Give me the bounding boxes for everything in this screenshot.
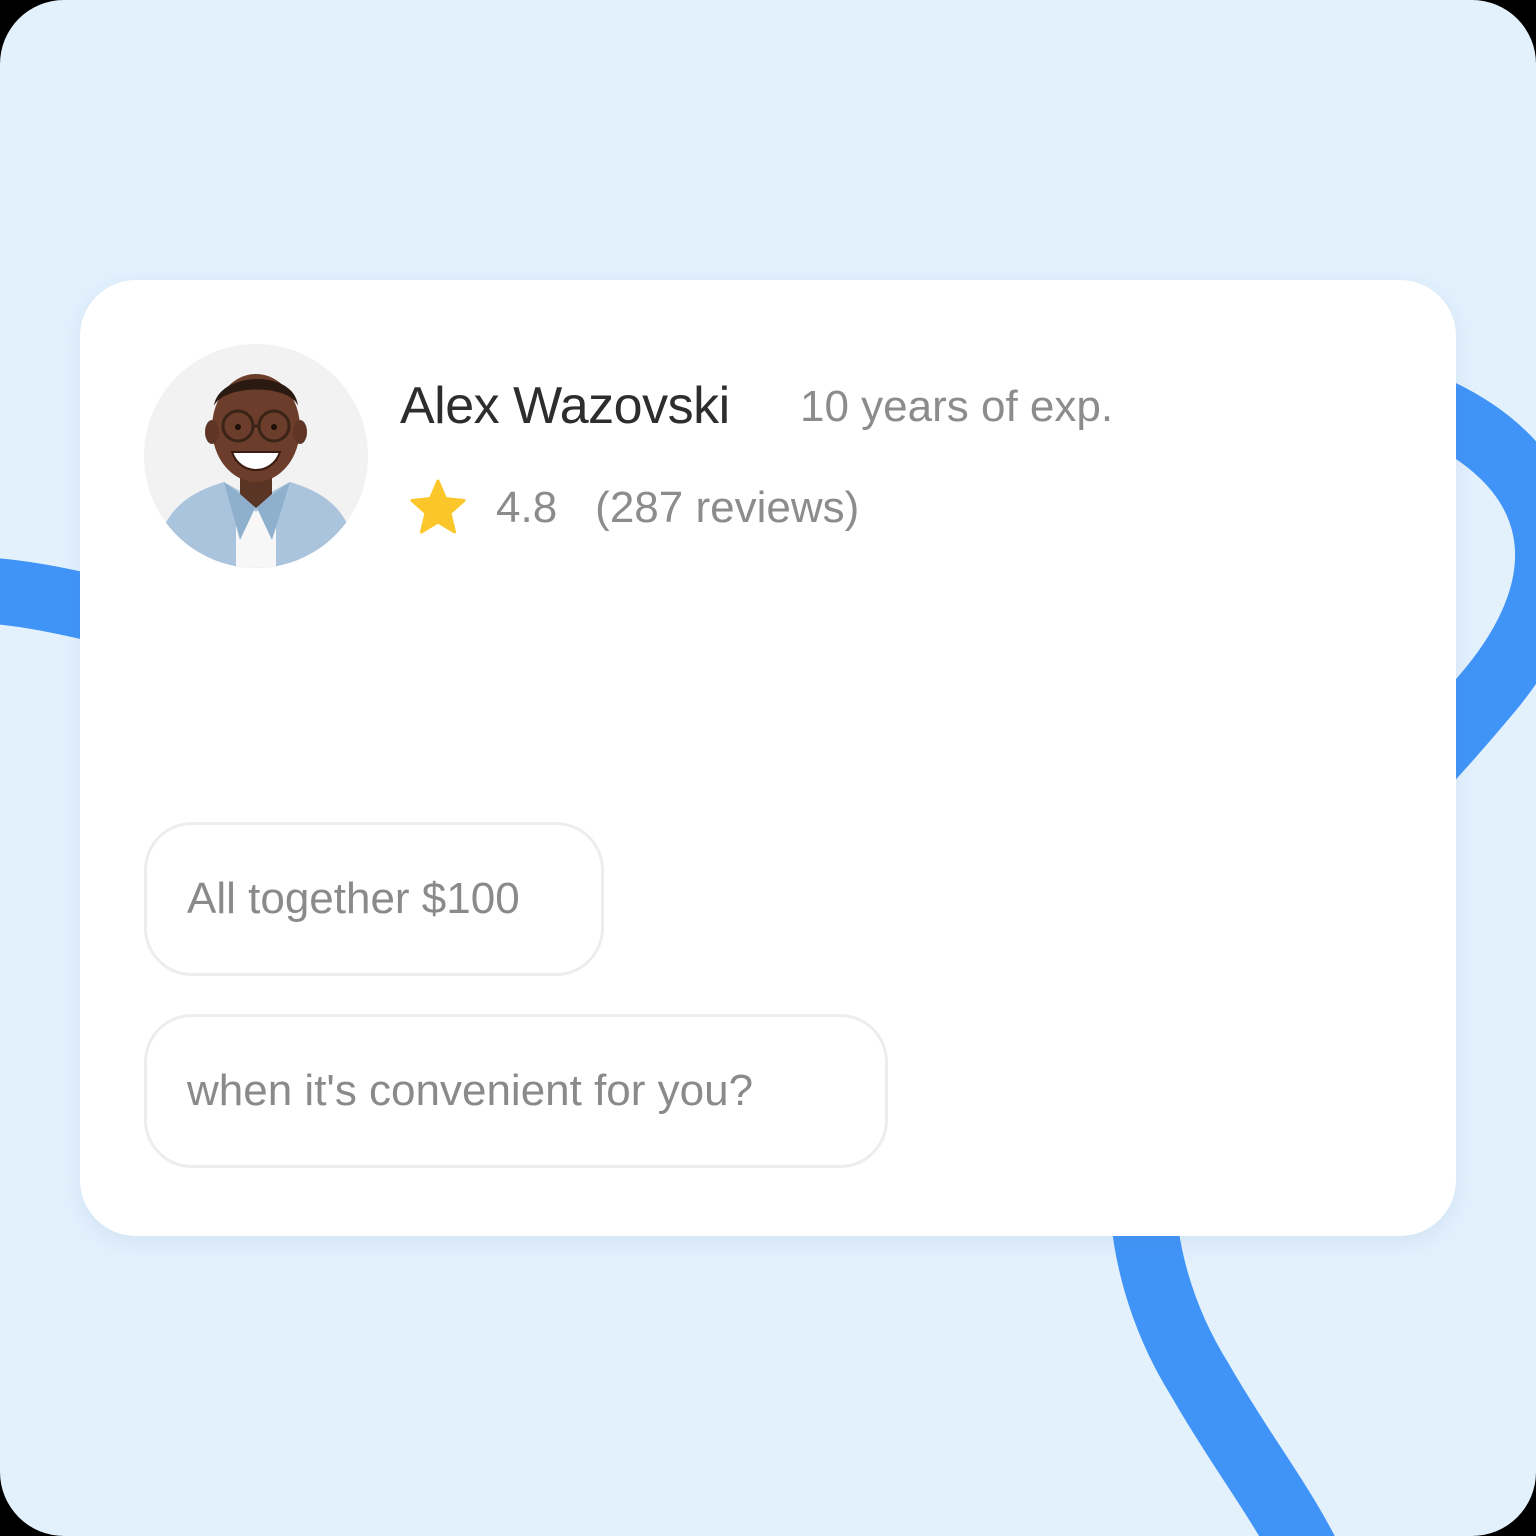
- message-bubble[interactable]: when it's convenient for you?: [144, 1014, 888, 1168]
- message-bubble[interactable]: All together $100: [144, 822, 604, 976]
- star-icon: [410, 479, 466, 534]
- rating-value: 4.8: [496, 483, 558, 532]
- experience-label: 10 years of exp.: [800, 382, 1114, 431]
- review-count[interactable]: (287 reviews): [595, 483, 859, 533]
- message-text: All together $100: [187, 874, 520, 923]
- expert-name: Alex Wazovski: [400, 377, 730, 435]
- avatar[interactable]: [144, 344, 368, 568]
- expert-card: Alex Wazovski 10 years of exp. 4.8 (287 …: [80, 280, 1456, 1236]
- rating-row: 4.8 (287 reviews): [406, 476, 859, 540]
- canvas: Alex Wazovski 10 years of exp. 4.8 (287 …: [0, 0, 1536, 1536]
- avatar-photo: [144, 344, 368, 568]
- message-text: when it's convenient for you?: [187, 1066, 754, 1115]
